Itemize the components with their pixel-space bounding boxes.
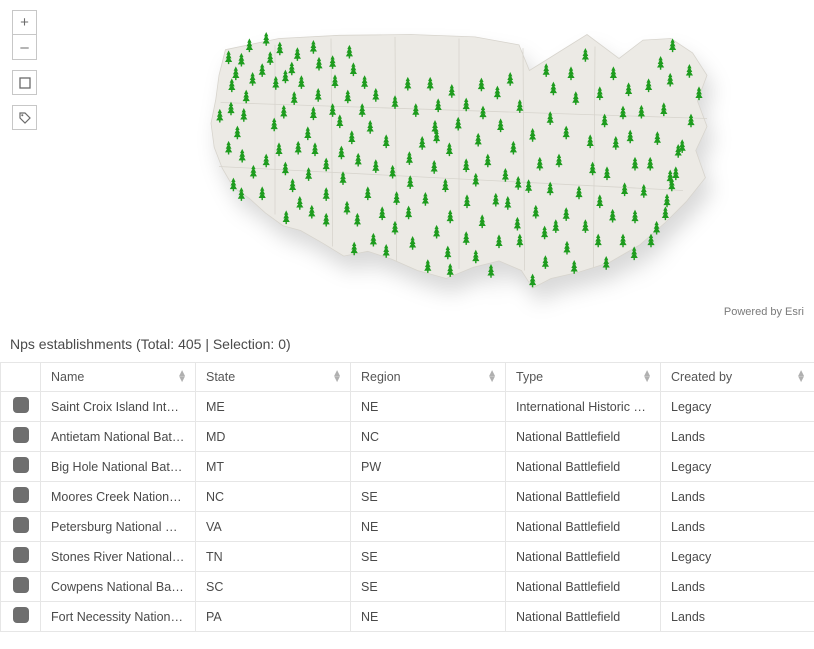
column-header-region[interactable]: Region ▲▼	[351, 363, 506, 392]
table-row[interactable]: Moores Creek National Ba...NCSENational …	[1, 482, 814, 512]
sort-icon: ▲▼	[796, 371, 806, 383]
cell-name: Stones River National Battl...	[41, 542, 196, 572]
cell-region: NE	[351, 602, 506, 632]
table-body: Saint Croix Island Internati...MENEInter…	[1, 392, 814, 632]
tag-icon	[18, 111, 32, 125]
cell-created-by: Lands	[661, 482, 814, 512]
column-header-type[interactable]: Type ▲▼	[506, 363, 661, 392]
sort-icon: ▲▼	[487, 371, 497, 383]
column-label: Name	[51, 370, 84, 384]
cell-state: VA	[196, 512, 351, 542]
cell-region: NC	[351, 422, 506, 452]
cell-region: NE	[351, 392, 506, 422]
cell-state: SC	[196, 572, 351, 602]
checkbox-icon	[13, 547, 29, 563]
cell-state: NC	[196, 482, 351, 512]
table-title: Nps establishments (Total: 405 | Selecti…	[0, 330, 814, 362]
column-label: Type	[516, 370, 543, 384]
cell-created-by: Legacy	[661, 542, 814, 572]
column-checkbox	[1, 363, 41, 392]
column-label: Created by	[671, 370, 732, 384]
cell-name: Petersburg National Battle...	[41, 512, 196, 542]
cell-type: National Battlefield	[506, 542, 661, 572]
map-panel: + – Powered by Esri	[0, 0, 814, 330]
cell-name: Big Hole National Battlefield	[41, 452, 196, 482]
table-row[interactable]: Petersburg National Battle...VANENationa…	[1, 512, 814, 542]
cell-name: Antietam National Battlefi...	[41, 422, 196, 452]
table-row[interactable]: Saint Croix Island Internati...MENEInter…	[1, 392, 814, 422]
row-checkbox-cell[interactable]	[1, 452, 41, 482]
checkbox-icon	[13, 577, 29, 593]
cell-type: National Battlefield	[506, 512, 661, 542]
cell-state: ME	[196, 392, 351, 422]
cell-created-by: Lands	[661, 512, 814, 542]
extent-button[interactable]	[12, 70, 37, 95]
checkbox-icon	[13, 517, 29, 533]
cell-state: PA	[196, 602, 351, 632]
cell-state: MT	[196, 452, 351, 482]
cell-type: National Battlefield	[506, 422, 661, 452]
zoom-out-button[interactable]: –	[12, 35, 37, 60]
row-checkbox-cell[interactable]	[1, 482, 41, 512]
table-row[interactable]: Big Hole National BattlefieldMTPWNationa…	[1, 452, 814, 482]
table-head: Name ▲▼ State ▲▼ Region ▲▼ Type ▲▼ Creat…	[1, 363, 814, 392]
cell-type: National Battlefield	[506, 482, 661, 512]
cell-name: Fort Necessity National Ba...	[41, 602, 196, 632]
cell-name: Cowpens National Battlefi...	[41, 572, 196, 602]
checkbox-icon	[13, 457, 29, 473]
cell-created-by: Lands	[661, 422, 814, 452]
table-row[interactable]: Stones River National Battl...TNSENation…	[1, 542, 814, 572]
data-table: Name ▲▼ State ▲▼ Region ▲▼ Type ▲▼ Creat…	[0, 362, 814, 632]
checkbox-icon	[13, 487, 29, 503]
cell-region: SE	[351, 572, 506, 602]
sort-icon: ▲▼	[177, 371, 187, 383]
cell-type: International Historic Site	[506, 392, 661, 422]
cell-region: PW	[351, 452, 506, 482]
checkbox-icon	[13, 397, 29, 413]
checkbox-icon	[13, 427, 29, 443]
cell-state: TN	[196, 542, 351, 572]
table-row[interactable]: Antietam National Battlefi...MDNCNationa…	[1, 422, 814, 452]
cell-created-by: Lands	[661, 572, 814, 602]
table-row[interactable]: Fort Necessity National Ba...PANENationa…	[1, 602, 814, 632]
sort-icon: ▲▼	[332, 371, 342, 383]
cell-region: NE	[351, 512, 506, 542]
row-checkbox-cell[interactable]	[1, 572, 41, 602]
cell-created-by: Legacy	[661, 392, 814, 422]
measure-button[interactable]	[12, 105, 37, 130]
cell-name: Moores Creek National Ba...	[41, 482, 196, 512]
cell-type: National Battlefield	[506, 452, 661, 482]
cell-type: National Battlefield	[506, 572, 661, 602]
cell-created-by: Lands	[661, 602, 814, 632]
cell-region: SE	[351, 542, 506, 572]
map-canvas[interactable]	[155, 0, 715, 325]
sort-icon: ▲▼	[642, 371, 652, 383]
cell-state: MD	[196, 422, 351, 452]
row-checkbox-cell[interactable]	[1, 392, 41, 422]
column-header-state[interactable]: State ▲▼	[196, 363, 351, 392]
tree-icon[interactable]	[487, 264, 494, 278]
checkbox-icon	[13, 607, 29, 623]
column-header-created-by[interactable]: Created by ▲▼	[661, 363, 814, 392]
table-row[interactable]: Cowpens National Battlefi...SCSENational…	[1, 572, 814, 602]
column-header-name[interactable]: Name ▲▼	[41, 363, 196, 392]
zoom-in-button[interactable]: +	[12, 10, 37, 35]
row-checkbox-cell[interactable]	[1, 422, 41, 452]
map-controls: + –	[12, 10, 37, 130]
cell-type: National Battlefield	[506, 602, 661, 632]
cell-created-by: Legacy	[661, 452, 814, 482]
extent-icon	[19, 77, 31, 89]
map-attribution: Powered by Esri	[724, 306, 804, 318]
column-label: Region	[361, 370, 401, 384]
row-checkbox-cell[interactable]	[1, 512, 41, 542]
row-checkbox-cell[interactable]	[1, 602, 41, 632]
cell-region: SE	[351, 482, 506, 512]
cell-name: Saint Croix Island Internati...	[41, 392, 196, 422]
row-checkbox-cell[interactable]	[1, 542, 41, 572]
column-label: State	[206, 370, 235, 384]
